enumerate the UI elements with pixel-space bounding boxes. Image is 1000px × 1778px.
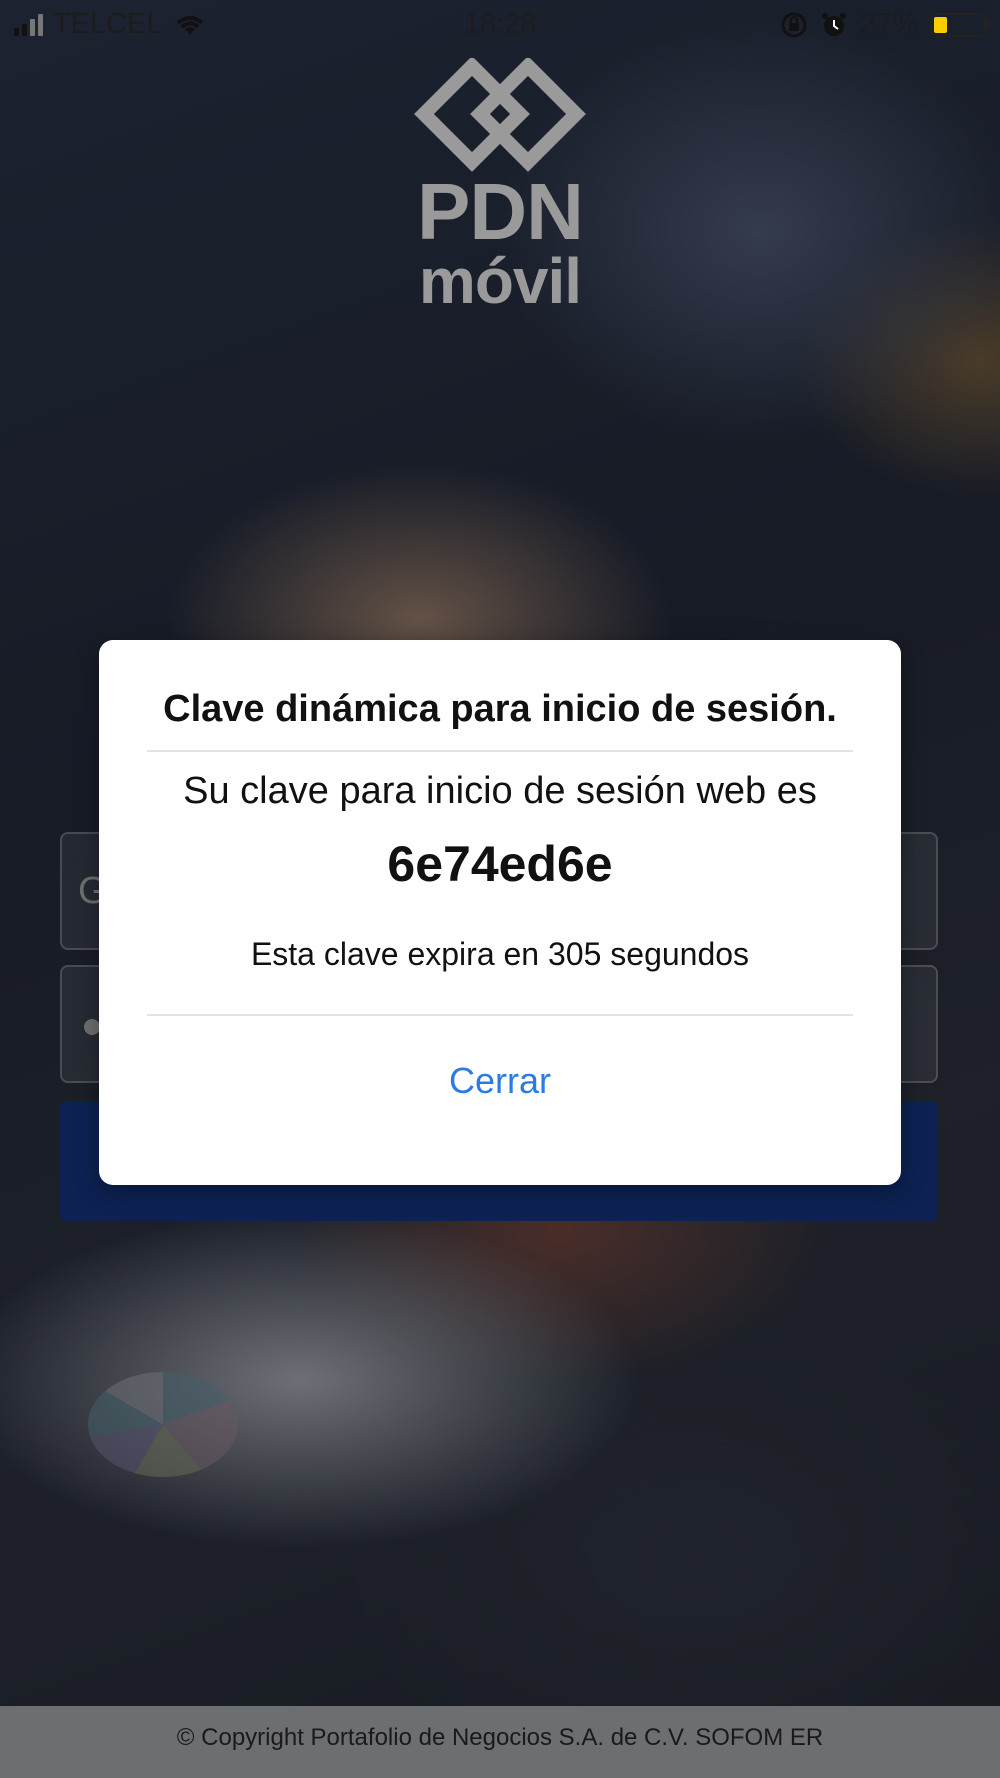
dialog-message: Su clave para inicio de sesión web es: [183, 770, 817, 812]
battery-icon: [930, 12, 990, 37]
status-bar: TELCEL 18:28 27%: [0, 0, 1000, 50]
status-right: 27%: [780, 8, 990, 41]
dynamic-key-dialog: Clave dinámica para inicio de sesión. Su…: [99, 640, 901, 1185]
alarm-icon: [821, 12, 846, 36]
dialog-divider-bottom: [147, 1014, 853, 1016]
logo-diamond-icon: [414, 58, 586, 172]
battery-percent: 27%: [859, 8, 918, 40]
dialog-divider-top: [147, 750, 853, 752]
logo-text-pdn: PDN: [417, 167, 584, 256]
footer-copyright: © Copyright Portafolio de Negocios S.A. …: [0, 1706, 1000, 1778]
dialog-title: Clave dinámica para inicio de sesión.: [163, 688, 837, 730]
password-dot: [84, 1019, 100, 1035]
battery-level: [934, 16, 947, 33]
expiry-notice: Esta clave expira en 305 segundos: [250, 936, 750, 972]
orientation-lock-icon: [781, 12, 807, 37]
app-logo: PDN móvil: [400, 58, 600, 317]
logo-text-movil: móvil: [418, 245, 582, 317]
close-button[interactable]: Cerrar: [400, 1060, 600, 1102]
login-code: 6e74ed6e: [387, 836, 613, 892]
